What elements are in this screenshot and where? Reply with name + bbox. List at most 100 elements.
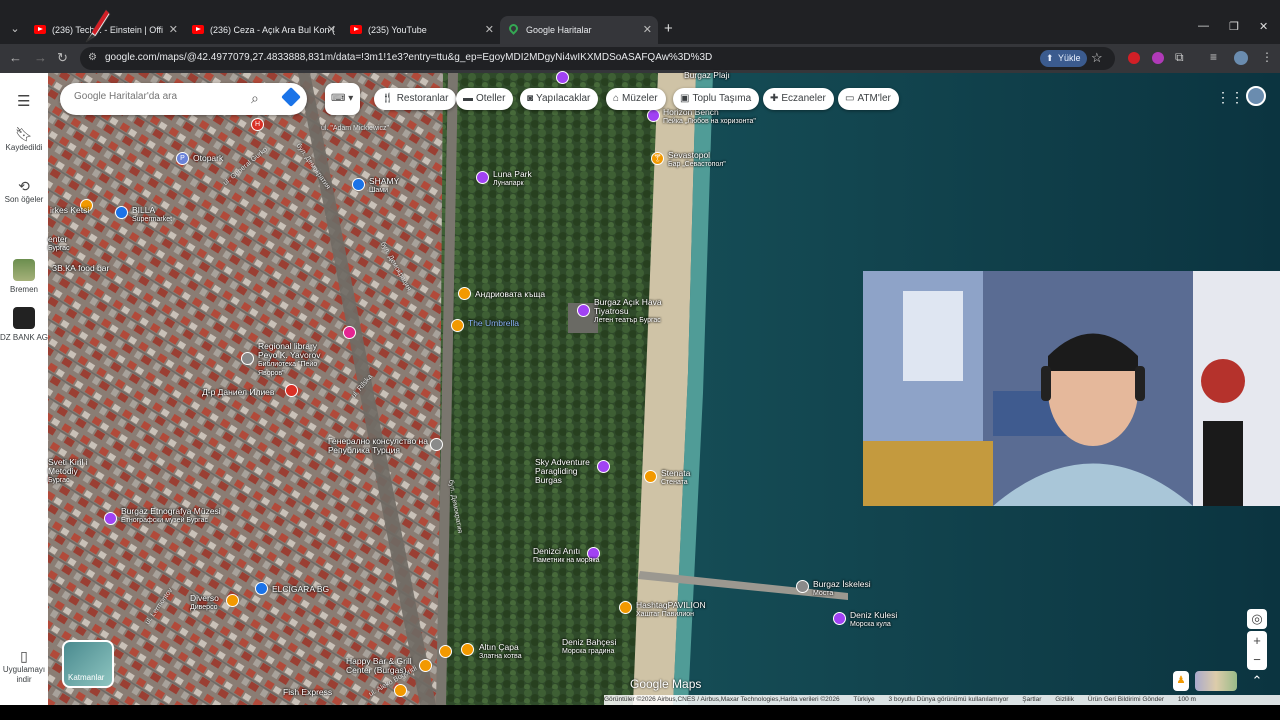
extension-purple-icon[interactable] — [1152, 52, 1164, 64]
poi-pin[interactable] — [343, 326, 356, 339]
poi-pin[interactable] — [647, 109, 660, 122]
close-icon[interactable]: ✕ — [327, 16, 336, 44]
tab-list-chevron-icon[interactable]: ⌄ — [6, 20, 24, 38]
library-pin[interactable] — [241, 352, 254, 365]
scale-label[interactable]: 100 m — [1178, 696, 1196, 703]
dzbank-label: DZ BANK AG — [0, 333, 49, 342]
saved-label: Kaydedildi — [5, 143, 43, 152]
chip-museums[interactable]: ⌂ Müzeler — [606, 88, 666, 110]
chip-transit[interactable]: ▣ Toplu Taşıma — [673, 88, 760, 110]
window-close-icon[interactable]: ✕ — [1259, 20, 1268, 33]
country-link[interactable]: Türkiye — [853, 696, 874, 703]
chip-things-to-do[interactable]: ◙ Yapılacaklar — [520, 88, 599, 110]
fork-knife-icon: 🍴︎ — [381, 93, 394, 104]
poi-pin[interactable] — [476, 171, 489, 184]
restaurant-pin[interactable] — [394, 684, 407, 697]
recent-button[interactable]: ⟲ Son öğeler — [0, 179, 48, 205]
extensions-puzzle-icon[interactable]: ⧉ — [1175, 50, 1184, 65]
restaurant-pin[interactable] — [419, 659, 432, 672]
search-icon[interactable]: ⌕ — [251, 90, 259, 107]
place-label: ELCIGARA BG — [272, 584, 330, 594]
phone-icon: ▯ — [20, 648, 28, 664]
shop-pin[interactable] — [255, 582, 268, 595]
bar-pin[interactable]: 🍸︎ — [651, 152, 664, 165]
hamburger-menu-icon[interactable]: ☰ — [17, 92, 30, 110]
chip-hotels[interactable]: ▬ Oteller — [456, 88, 514, 110]
hospital-pin[interactable]: H — [251, 118, 264, 131]
restaurant-pin[interactable] — [619, 601, 632, 614]
supermarket-pin[interactable] — [115, 206, 128, 219]
restore-icon[interactable]: ❐ — [1229, 20, 1239, 33]
profile-avatar[interactable] — [1234, 51, 1248, 65]
upload-button[interactable]: Yükle — [1040, 50, 1087, 67]
site-info-icon[interactable]: ⚙ — [88, 52, 97, 63]
bookmark-star-icon[interactable]: ☆ — [1091, 50, 1103, 66]
museum-icon: ⌂ — [613, 93, 620, 104]
browser-menu-icon[interactable]: ⋮ — [1261, 50, 1273, 64]
pegman-icon[interactable]: ♟ — [1173, 671, 1189, 691]
pier-pin[interactable] — [796, 580, 809, 593]
zoom-out-button[interactable]: − — [1247, 650, 1267, 670]
recent-place-dzbank[interactable]: DZ BANK AG — [0, 307, 48, 343]
place-label: Burgaz Açık Hava Tiyatrosu Летен театър Б… — [594, 297, 662, 325]
bar-pin[interactable] — [644, 470, 657, 483]
pen-cursor-icon — [85, 9, 111, 43]
consulate-pin[interactable] — [430, 438, 443, 451]
close-icon[interactable]: ✕ — [169, 16, 178, 44]
browser-tab[interactable]: (235) YouTube ✕ — [342, 16, 500, 44]
input-tools-button[interactable]: ⌨ ▾ — [325, 83, 360, 115]
privacy-link[interactable]: Gizlilik — [1055, 696, 1074, 703]
minimize-icon[interactable]: — — [1198, 20, 1209, 32]
imagery-thumbnails[interactable] — [1195, 671, 1237, 691]
parking-pin[interactable]: P — [176, 152, 189, 165]
back-arrow-icon[interactable]: ← — [9, 50, 22, 65]
close-icon[interactable]: ✕ — [643, 16, 652, 44]
youtube-icon — [192, 25, 204, 34]
browser-tab-active[interactable]: Google Haritalar ✕ — [500, 16, 658, 44]
recent-place-bremen[interactable]: Bremen — [0, 259, 48, 295]
my-location-icon[interactable]: ◎ — [1247, 609, 1267, 629]
place-thumbnail — [13, 307, 35, 329]
new-tab-plus-icon[interactable]: + — [664, 20, 673, 37]
forward-arrow-icon[interactable]: → — [34, 50, 47, 65]
extension-red-icon[interactable] — [1128, 52, 1140, 64]
tower-pin[interactable] — [833, 612, 846, 625]
reload-icon[interactable]: ↻ — [57, 50, 68, 66]
attribution-bar: Görüntüler ©2026 Airbus,CNES / Airbus,Ma… — [604, 695, 1280, 705]
saved-button[interactable]: 🔖︎ Kaydedildi — [0, 127, 48, 153]
browser-tab[interactable]: (236) Ceza - Açık Ara Bul Kon (✕ — [184, 16, 342, 44]
feedback-link[interactable]: Ürün Geri Bildirimi Gönder — [1088, 696, 1164, 703]
restaurant-pin[interactable] — [458, 287, 471, 300]
chip-restaurants[interactable]: 🍴︎ Restoranlar — [374, 88, 457, 110]
media-icon[interactable]: ≡ — [1210, 50, 1217, 64]
restaurant-pin[interactable] — [439, 645, 452, 658]
place-label: Denizci Anıtı Паметник на моряка — [533, 546, 600, 565]
zoom-in-button[interactable]: + — [1247, 631, 1267, 651]
restaurant-pin[interactable] — [461, 643, 474, 656]
address-bar[interactable]: ⚙ google.com/maps/@42.4977079,27.4833888… — [80, 47, 1115, 70]
terms-link[interactable]: Şartlar — [1022, 696, 1041, 703]
activity-pin[interactable] — [597, 460, 610, 473]
bus-icon: ▣ — [680, 93, 690, 104]
chip-pharmacies[interactable]: ✚ Eczaneler — [763, 88, 834, 110]
account-avatar[interactable] — [1246, 86, 1266, 106]
shop-pin[interactable] — [352, 178, 365, 191]
place-label: HashtagPAVILION Хаштаг Павилион — [636, 600, 706, 619]
museum-pin[interactable] — [104, 512, 117, 525]
restaurant-pin[interactable] — [451, 319, 464, 332]
search-input[interactable] — [74, 91, 244, 102]
layers-button[interactable]: Katmanlar — [62, 640, 114, 688]
chip-atms[interactable]: ▭ ATM'ler — [838, 88, 899, 110]
download-app-button[interactable]: ▯ Uygulamayı indir — [0, 648, 48, 685]
expand-chevron-icon[interactable]: ⌃ — [1247, 671, 1267, 691]
imagery-credit: Görüntüler ©2026 Airbus,CNES / Airbus,Ma… — [604, 696, 840, 703]
poi-pin[interactable] — [556, 71, 569, 84]
medical-pin[interactable] — [285, 384, 298, 397]
url-text: google.com/maps/@42.4977079,27.4833888,8… — [105, 52, 713, 63]
pharmacy-icon: ✚ — [770, 93, 779, 104]
restaurant-pin[interactable] — [226, 594, 239, 607]
directions-icon[interactable] — [281, 87, 301, 107]
close-icon[interactable]: ✕ — [485, 16, 494, 44]
theater-pin[interactable] — [577, 304, 590, 317]
maps-search-box[interactable]: ⌕ — [60, 83, 307, 115]
